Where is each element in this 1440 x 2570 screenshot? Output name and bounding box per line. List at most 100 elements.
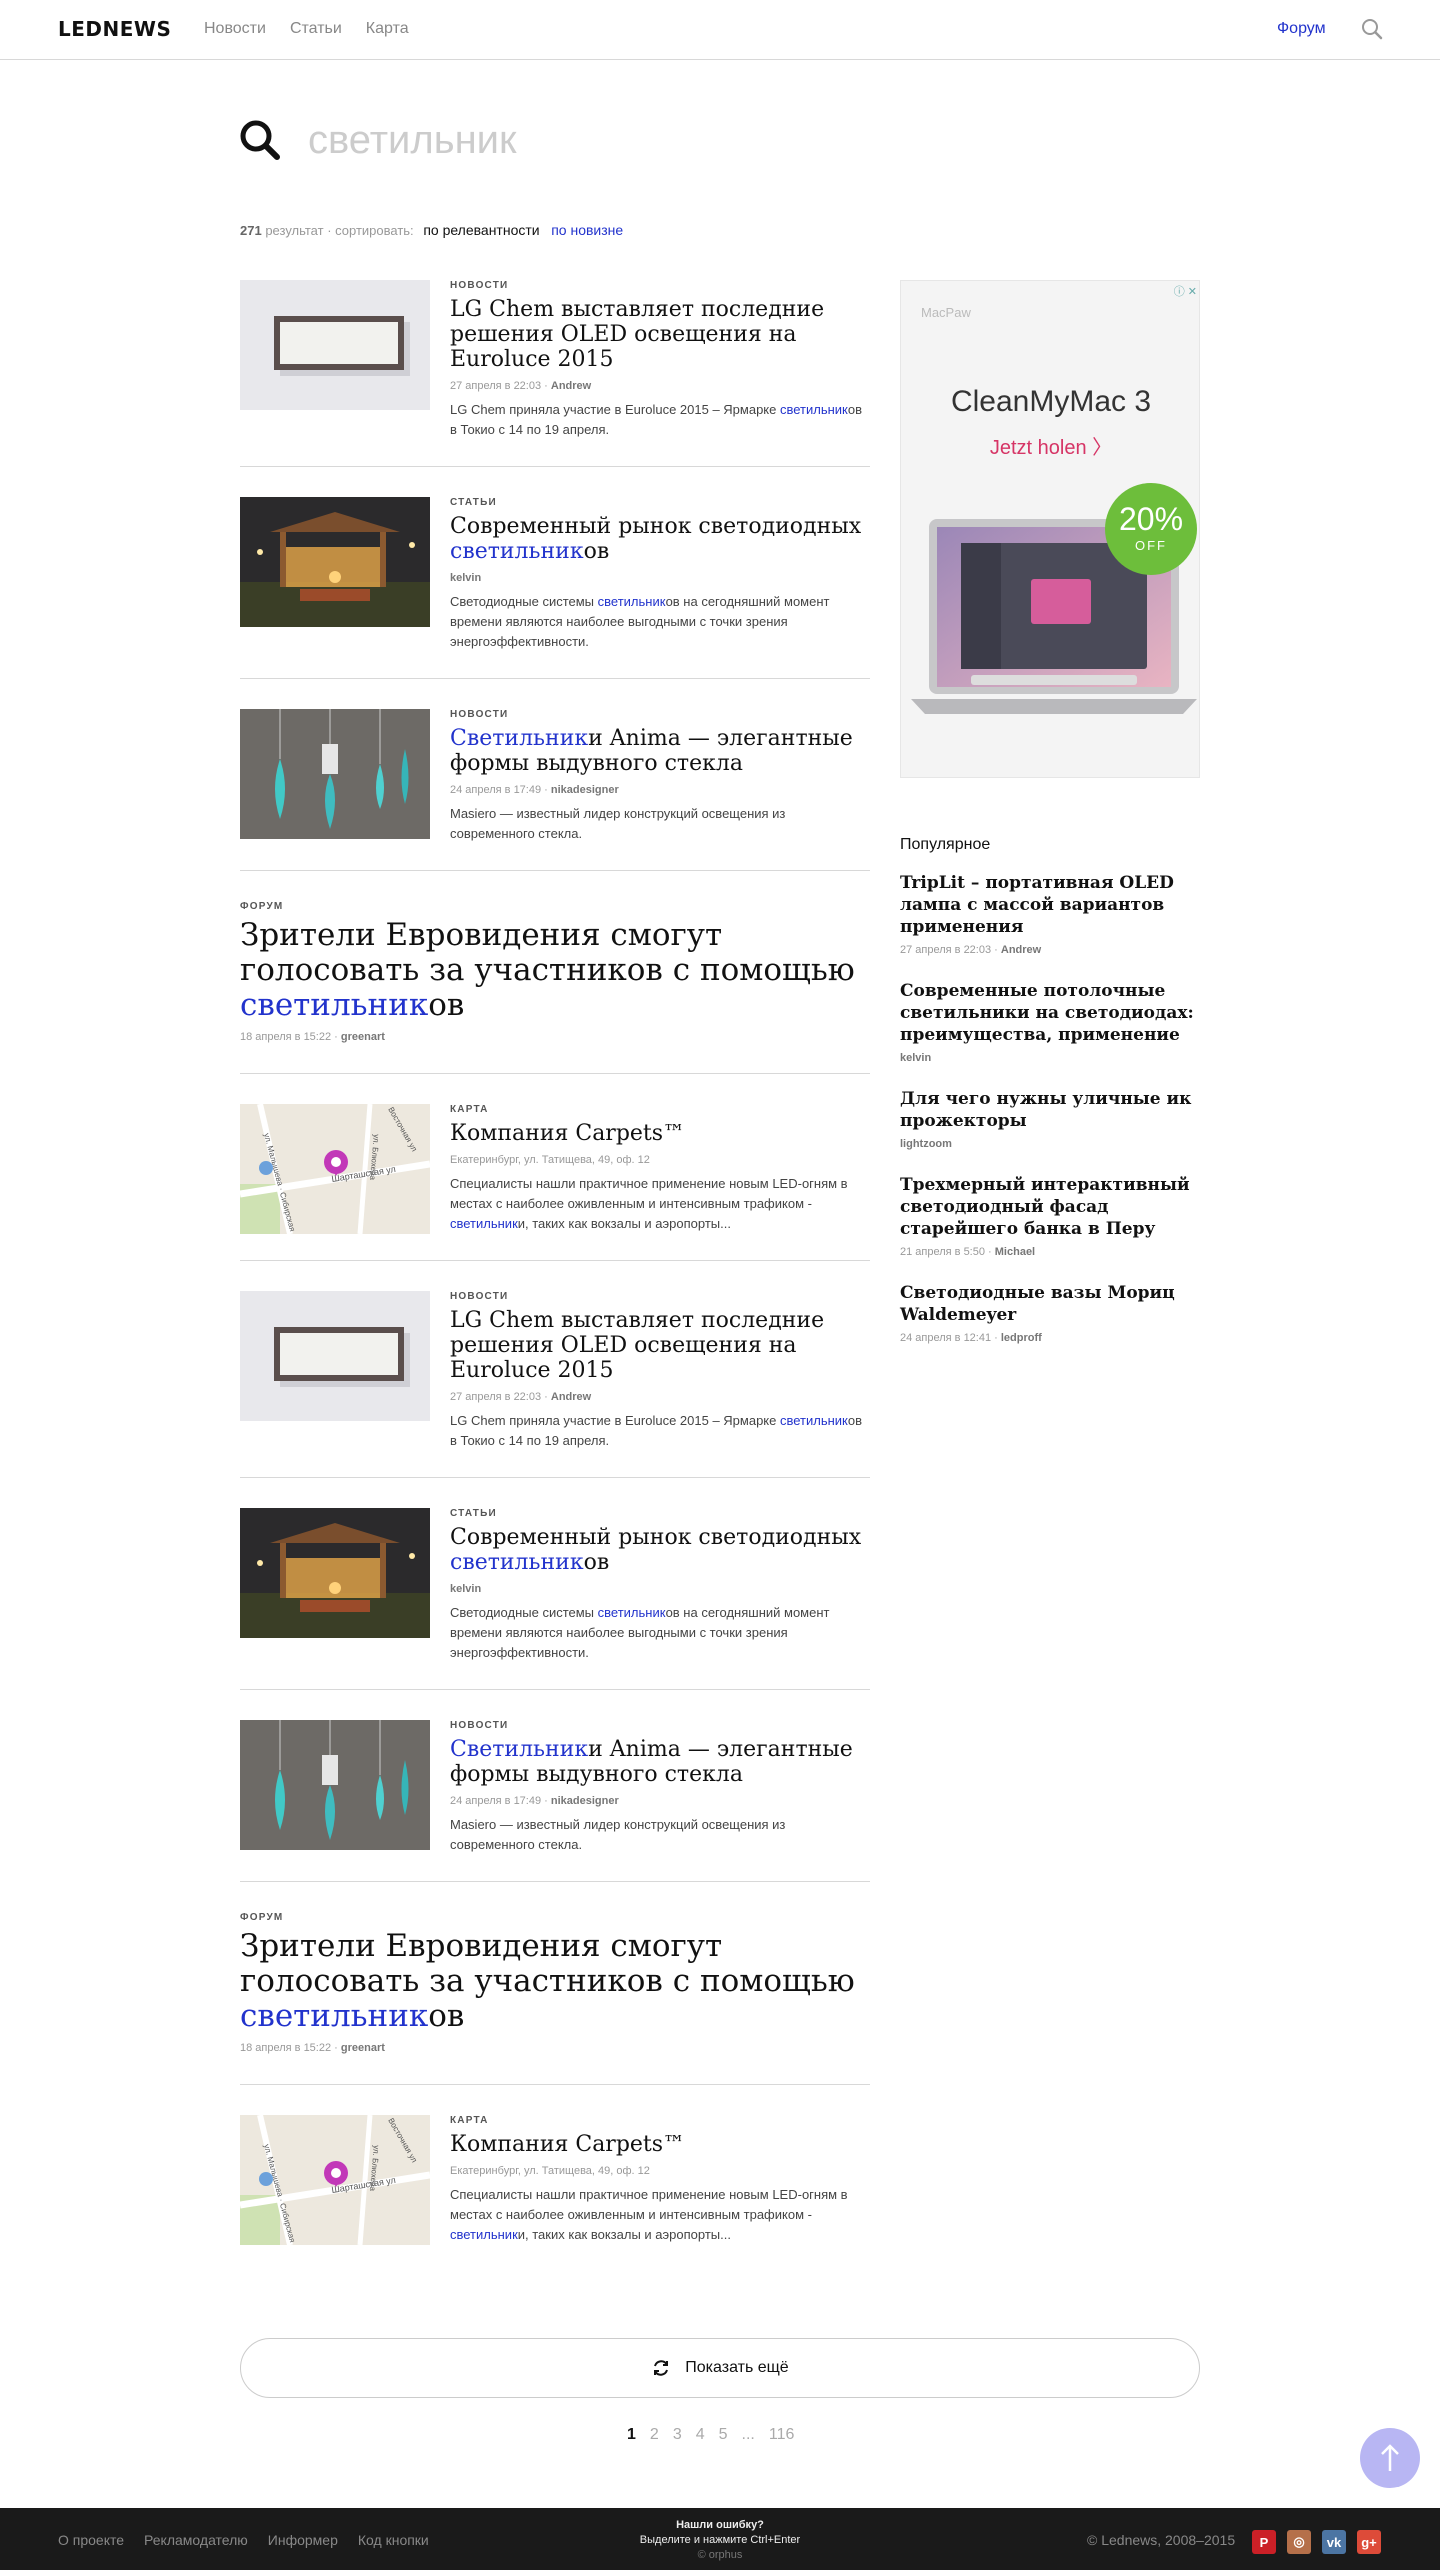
popular-item[interactable]: Светодиодные вазы Мориц Waldemeyer 24 апр… <box>900 1282 1200 1344</box>
result-title[interactable]: Светильники Anima — элегантные формы выд… <box>450 726 870 776</box>
popular-item[interactable]: TripLit – портативная OLED лампа с массо… <box>900 872 1200 956</box>
result-meta: 27 апреля в 22:03 · Andrew <box>450 1391 870 1403</box>
result-title[interactable]: Современный рынок светодиодных светильни… <box>450 1525 870 1575</box>
popular-item-title[interactable]: Трехмерный интерактивный светодиодный фа… <box>900 1174 1200 1240</box>
result-meta: 24 апреля в 17:49 · nikadesigner <box>450 1795 870 1807</box>
page-link[interactable]: 1 <box>620 2426 643 2444</box>
result-category[interactable]: Форум <box>240 901 870 912</box>
result-author[interactable]: Andrew <box>551 1391 591 1403</box>
result-category[interactable]: Форум <box>240 1912 870 1923</box>
result-category[interactable]: Карта <box>450 2115 870 2126</box>
instagram-icon[interactable]: ◎ <box>1287 2530 1311 2554</box>
ad-cta[interactable]: Jetzt holen 〉 <box>901 431 1199 460</box>
sort-relevance[interactable]: по релевантности <box>423 222 539 238</box>
result-thumbnail[interactable] <box>240 709 430 839</box>
page-link[interactable]: 116 <box>762 2426 802 2444</box>
popular-item[interactable]: Трехмерный интерактивный светодиодный фа… <box>900 1174 1200 1258</box>
orphus-credit[interactable]: © orphus <box>0 2548 1440 2563</box>
result-author[interactable]: kelvin <box>450 572 481 584</box>
search-result-item[interactable]: Новости Светильники Anima — элегантные фо… <box>240 679 870 871</box>
result-category[interactable]: Статьи <box>450 1508 870 1519</box>
search-result-item[interactable]: Форум Зрители Евровидения смогут голосова… <box>240 1882 870 2085</box>
nav-news[interactable]: Новости <box>204 20 266 38</box>
thumb-glass-lamps <box>240 709 430 839</box>
popular-item-author[interactable]: ledproff <box>1001 1332 1042 1344</box>
search-result-item[interactable]: Новости Светильники Anima — элегантные фо… <box>240 1690 870 1882</box>
result-author[interactable]: greenart <box>341 2042 385 2054</box>
result-thumbnail[interactable] <box>240 497 430 627</box>
result-author[interactable]: greenart <box>341 1031 385 1043</box>
search-result-item[interactable]: Шарташская ул ул. Малышева · Сибирская ул.… <box>240 2085 870 2271</box>
result-title[interactable]: Компания Carpets™ <box>450 1121 870 1146</box>
result-author[interactable]: nikadesigner <box>551 784 619 796</box>
popular-item-author[interactable]: Andrew <box>1001 944 1041 956</box>
search-result-item[interactable]: Форум Зрители Евровидения смогут голосова… <box>240 871 870 1074</box>
title-text: Зрители Евровидения смогут голосовать за… <box>240 1928 855 1999</box>
result-category[interactable]: Новости <box>450 1291 870 1302</box>
sort-newest[interactable]: по новизне <box>551 222 623 238</box>
result-title[interactable]: Зрители Евровидения смогут голосовать за… <box>240 1929 870 2034</box>
popular-item-title[interactable]: Светодиодные вазы Мориц Waldemeyer <box>900 1282 1200 1326</box>
result-title[interactable]: Светильники Anima — элегантные формы выд… <box>450 1737 870 1787</box>
popular-item[interactable]: Для чего нужны уличные ик прожекторы ligh… <box>900 1088 1200 1150</box>
excerpt-text-suffix: и, таких как вокзалы и аэропорты... <box>517 2227 731 2242</box>
ad-close-icon[interactable]: ⓘ ✕ <box>1174 283 1197 299</box>
result-author[interactable]: Andrew <box>551 380 591 392</box>
search-result-item[interactable]: Новости LG Chem выставляет последние реше… <box>240 1261 870 1478</box>
result-category[interactable]: Карта <box>450 1104 870 1115</box>
advertisement[interactable]: ⓘ ✕ MacPaw CleanMyMac 3 Jetzt holen 〉 20… <box>900 280 1200 778</box>
result-thumbnail[interactable]: Шарташская ул ул. Малышева · Сибирская ул.… <box>240 2115 430 2245</box>
result-thumbnail[interactable] <box>240 1508 430 1638</box>
result-thumbnail[interactable] <box>240 1291 430 1421</box>
popular-item-title[interactable]: Для чего нужны уличные ик прожекторы <box>900 1088 1200 1132</box>
search-input[interactable] <box>308 112 1108 168</box>
thumb-map: Шарташская улул. Малышева · Сибирская ул.… <box>240 1104 430 1234</box>
excerpt-text: Специалисты нашли практичное применение … <box>450 2187 848 2222</box>
vk-icon[interactable]: vk <box>1322 2530 1346 2554</box>
result-title[interactable]: Зрители Евровидения смогут голосовать за… <box>240 918 870 1023</box>
popular-item-meta: 21 апреля в 5:50 · Michael <box>900 1246 1200 1258</box>
google-plus-icon[interactable]: g+ <box>1357 2530 1381 2554</box>
result-title[interactable]: Компания Carpets™ <box>450 2132 870 2157</box>
popular-item-author[interactable]: lightzoom <box>900 1138 952 1150</box>
site-logo[interactable]: LEDNEWS <box>58 17 171 41</box>
result-thumbnail[interactable]: Шарташская ул ул. Малышева · Сибирская ул.… <box>240 1104 430 1234</box>
popular-item-author[interactable]: Michael <box>995 1246 1035 1258</box>
excerpt-text: Светодиодные системы <box>450 594 598 609</box>
page-link[interactable]: 5 <box>712 2426 735 2444</box>
scroll-to-top-button[interactable] <box>1360 2428 1420 2488</box>
result-title[interactable]: Современный рынок светодиодных светильни… <box>450 514 870 564</box>
search-result-item[interactable]: Статьи Современный рынок светодиодных све… <box>240 1478 870 1690</box>
search-icon[interactable] <box>1360 17 1384 41</box>
result-thumbnail[interactable] <box>240 280 430 410</box>
result-category[interactable]: Статьи <box>450 497 870 508</box>
page-link[interactable]: 2 <box>643 2426 666 2444</box>
pinterest-icon[interactable]: P <box>1252 2530 1276 2554</box>
popular-item[interactable]: Современные потолочные светильники на св… <box>900 980 1200 1064</box>
result-category[interactable]: Новости <box>450 1720 870 1731</box>
popular-item-author[interactable]: kelvin <box>900 1052 931 1064</box>
popular-item-title[interactable]: Современные потолочные светильники на св… <box>900 980 1200 1046</box>
result-body: Статьи Современный рынок светодиодных све… <box>450 1508 870 1663</box>
result-author[interactable]: nikadesigner <box>551 1795 619 1807</box>
result-author[interactable]: kelvin <box>450 1583 481 1595</box>
result-title[interactable]: LG Chem выставляет последние решения OLE… <box>450 297 870 372</box>
excerpt-highlight: светильник <box>597 594 666 609</box>
title-text: Зрители Евровидения смогут голосовать за… <box>240 917 855 988</box>
thumb-gazebo-lights <box>240 497 430 627</box>
search-result-item[interactable]: Статьи Современный рынок светодиодных све… <box>240 467 870 679</box>
result-title[interactable]: LG Chem выставляет последние решения OLE… <box>450 1308 870 1383</box>
result-category[interactable]: Новости <box>450 280 870 291</box>
load-more-button[interactable]: Показать ещё <box>240 2338 1200 2398</box>
nav-map[interactable]: Карта <box>366 20 409 38</box>
search-result-item[interactable]: Шарташская ул ул. Малышева · Сибирская ул.… <box>240 1074 870 1261</box>
nav-forum[interactable]: Форум <box>1277 20 1326 38</box>
nav-articles[interactable]: Статьи <box>290 20 342 38</box>
result-thumbnail[interactable] <box>240 1720 430 1850</box>
result-category[interactable]: Новости <box>450 709 870 720</box>
page-link[interactable]: 3 <box>666 2426 689 2444</box>
popular-item-title[interactable]: TripLit – портативная OLED лампа с массо… <box>900 872 1200 938</box>
search-result-item[interactable]: Новости LG Chem выставляет последние реше… <box>240 278 870 467</box>
page-link[interactable]: 4 <box>689 2426 712 2444</box>
meta-separator: · <box>991 944 1001 956</box>
